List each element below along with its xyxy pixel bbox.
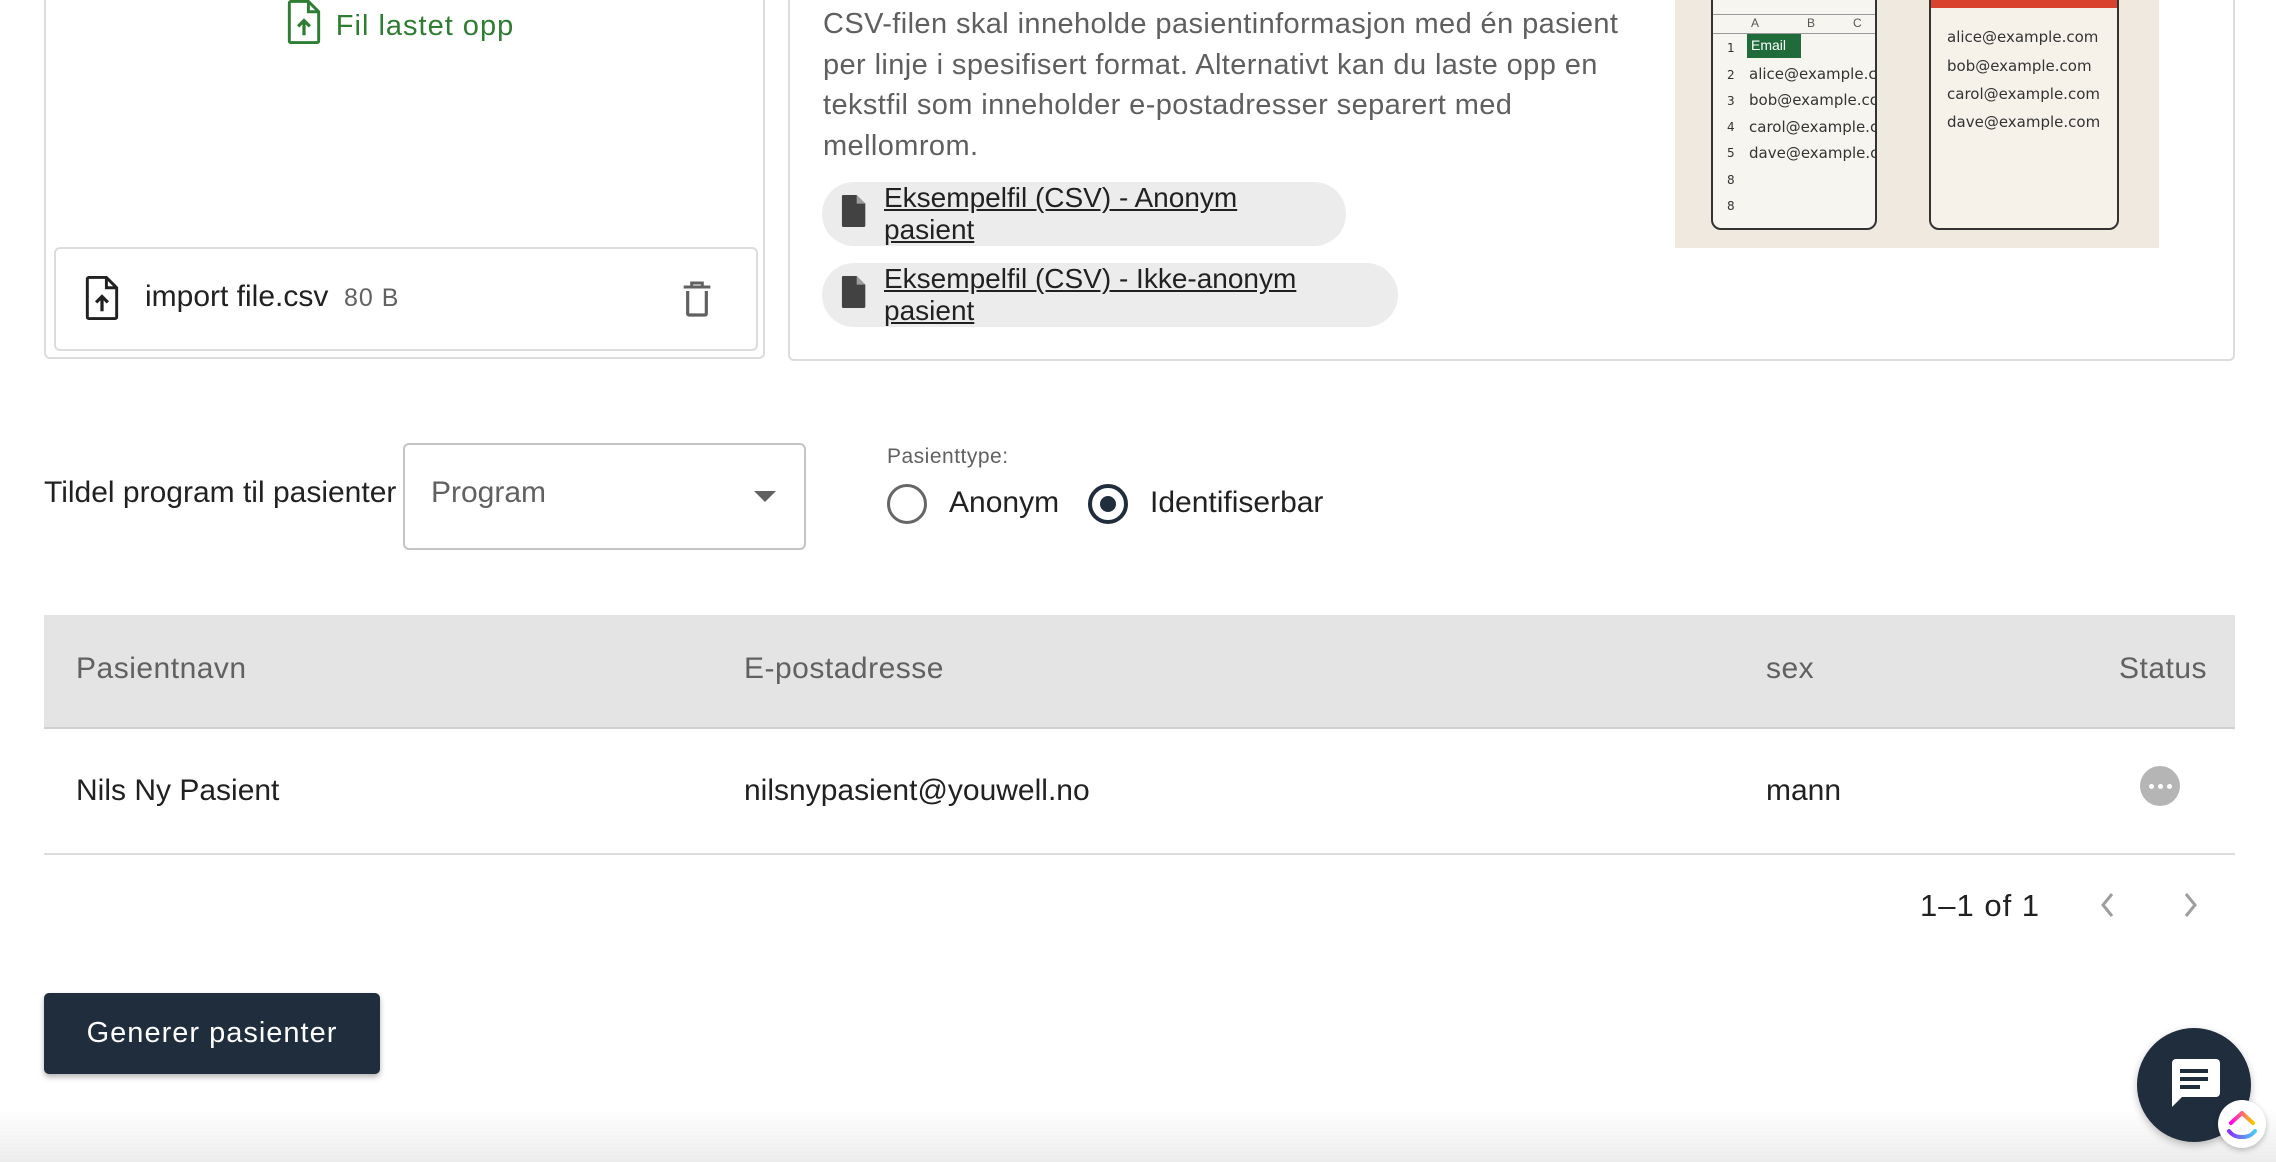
- example-file-anonymous-label: Eksempelfil (CSV) - Anonym pasient: [884, 182, 1238, 245]
- chevron-left-icon: [2098, 890, 2118, 925]
- email-header-cell: Email: [1747, 34, 1801, 58]
- generate-patients-button[interactable]: Generer pasienter: [44, 993, 380, 1074]
- column-header-email[interactable]: E-postadresse: [744, 652, 944, 686]
- upload-status-label: Fil lastet opp: [335, 9, 515, 42]
- row-number: 3: [1727, 94, 1735, 108]
- email-list-item: alice@example.com: [1947, 28, 2099, 46]
- spreadsheet-illustration: A B C Email 1 2 3 4 5 8 8 alice@example.…: [1711, 0, 1877, 230]
- column-c-label: C: [1853, 16, 1862, 30]
- clickup-logo-icon[interactable]: [2218, 1100, 2266, 1148]
- chevron-right-icon: [2180, 890, 2200, 925]
- status-pending-icon[interactable]: [2140, 766, 2180, 806]
- row-number: 1: [1727, 41, 1735, 55]
- footer-shade: [0, 1110, 2276, 1162]
- table-header: [44, 615, 2235, 729]
- email-cell: dave@example.com: [1749, 144, 1875, 162]
- radio-anonymous[interactable]: [887, 484, 927, 524]
- delete-file-button[interactable]: [670, 274, 724, 328]
- uploaded-file-name: import file.csv: [145, 280, 329, 313]
- row-number: 8: [1727, 199, 1735, 213]
- column-header-sex[interactable]: sex: [1766, 652, 1814, 686]
- column-b-label: B: [1807, 16, 1816, 30]
- row-number: 4: [1727, 120, 1735, 134]
- file-upload-icon: [84, 276, 120, 325]
- csv-instructions-text: CSV-filen skal inneholde pasientinformas…: [823, 8, 1619, 162]
- patient-sex-cell: mann: [1766, 774, 1842, 807]
- phone-header-bar: [1931, 0, 2117, 8]
- row-number: 2: [1727, 68, 1735, 82]
- radio-identifiable-label[interactable]: Identifiserbar: [1150, 486, 1323, 520]
- email-list-item: carol@example.com: [1947, 85, 2100, 103]
- spreadsheet-column-header: A B C: [1713, 14, 1875, 34]
- radio-anonymous-label[interactable]: Anonym: [949, 486, 1059, 520]
- email-cell: alice@example.com: [1749, 65, 1877, 83]
- email-cell: bob@example.com: [1749, 91, 1875, 109]
- file-upload-success-icon: [286, 0, 322, 52]
- uploaded-file-size: 80 B: [344, 284, 400, 312]
- example-file-anonymous-link[interactable]: Eksempelfil (CSV) - Anonym pasient: [822, 182, 1346, 246]
- document-icon: [840, 275, 866, 315]
- table-row: [44, 729, 2235, 855]
- trash-icon: [681, 280, 713, 323]
- row-number: 5: [1727, 146, 1735, 160]
- next-page-button[interactable]: [2165, 882, 2215, 932]
- example-file-identifiable-label: Eksempelfil (CSV) - Ikke-anonym pasient: [884, 263, 1297, 326]
- document-icon: [840, 194, 866, 234]
- upload-status: Fil lastet opp: [60, 0, 740, 56]
- email-list-illustration: alice@example.com bob@example.com carol@…: [1929, 0, 2119, 230]
- patient-name-cell: Nils Ny Pasient: [76, 774, 280, 807]
- column-header-name[interactable]: Pasientnavn: [76, 652, 247, 686]
- radio-identifiable[interactable]: [1088, 484, 1128, 524]
- column-a-label: A: [1751, 16, 1760, 30]
- pagination-range: 1–1 of 1: [1920, 888, 2041, 923]
- patient-type-label: Pasienttype:: [887, 445, 1009, 468]
- row-number: 8: [1727, 173, 1735, 187]
- dropdown-arrow-icon: [754, 491, 776, 502]
- chat-icon: [2166, 1057, 2222, 1114]
- patient-email-cell: nilsnypasient@youwell.no: [744, 774, 1090, 807]
- assign-program-label: Tildel program til pasienter: [44, 476, 397, 509]
- email-list-item: bob@example.com: [1947, 57, 2092, 75]
- previous-page-button[interactable]: [2083, 882, 2133, 932]
- email-cell: carol@example.com: [1749, 118, 1875, 136]
- csv-format-illustration: A B C Email 1 2 3 4 5 8 8 alice@example.…: [1675, 0, 2159, 248]
- email-list-item: dave@example.com: [1947, 113, 2101, 131]
- column-header-status[interactable]: Status: [2119, 652, 2207, 686]
- program-select-value: Program: [431, 476, 547, 509]
- example-file-identifiable-link[interactable]: Eksempelfil (CSV) - Ikke-anonym pasient: [822, 263, 1398, 327]
